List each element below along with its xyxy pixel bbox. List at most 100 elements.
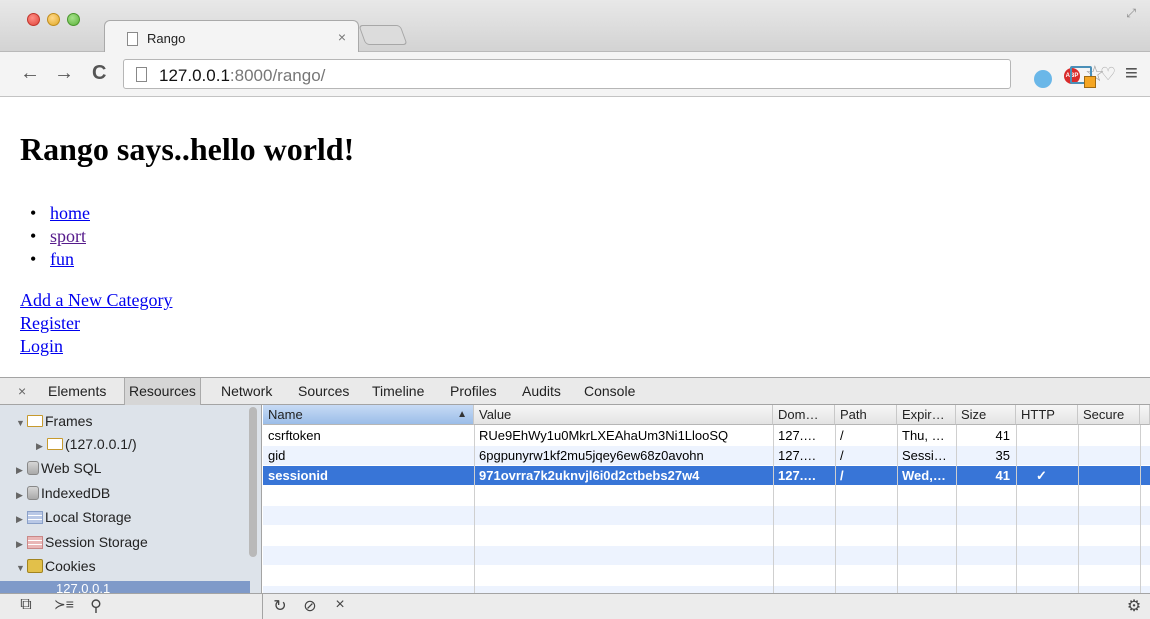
column-header-name[interactable]: Name ▲: [263, 405, 474, 425]
page-content: Rango says..hello world! home sport fun …: [0, 98, 1150, 376]
column-header-filler: [1140, 405, 1150, 425]
cookie-expires: Wed,…: [902, 468, 946, 483]
cookie-path: /: [840, 428, 844, 443]
resources-sidebar: ▼ Frames ▶ (127.0.0.1/) ▶ Web SQL ▶ IndexedD…: [0, 405, 262, 593]
page-info-icon[interactable]: [136, 67, 147, 82]
category-link-fun[interactable]: fun: [50, 249, 74, 269]
tab-elements[interactable]: Elements: [48, 378, 106, 405]
extension-window-icon[interactable]: [1070, 66, 1096, 88]
tab-resources[interactable]: Resources: [124, 378, 201, 405]
collapsed-arrow-icon[interactable]: ▶: [16, 508, 27, 530]
cookie-secure: [1078, 466, 1140, 485]
cookie-value: 6pgpunyrw1kf2mu5jqey6ew68z0avohn: [479, 448, 704, 463]
column-divider: [835, 425, 836, 593]
cookie-expires: Thu, …: [902, 428, 945, 443]
folder-icon: [27, 415, 43, 427]
column-header-domain[interactable]: Dom…: [773, 405, 835, 425]
collapsed-arrow-icon[interactable]: ▶: [16, 533, 27, 555]
expanded-arrow-icon[interactable]: ▼: [16, 557, 27, 579]
database-icon: [27, 461, 39, 475]
forward-button[interactable]: →: [54, 62, 74, 85]
devtools-close-icon[interactable]: ×: [18, 383, 26, 399]
tree-cookie-host[interactable]: 127.0.0.1: [0, 581, 250, 593]
cookie-icon: [27, 559, 43, 573]
category-link-home[interactable]: home: [50, 203, 90, 223]
cookie-name: sessionid: [268, 468, 328, 483]
extension-icon[interactable]: ♡: [1100, 64, 1116, 85]
cookie-secure: [1078, 446, 1140, 465]
column-divider: [1016, 425, 1017, 593]
column-divider: [474, 425, 475, 593]
category-link-sport[interactable]: sport: [50, 226, 86, 246]
login-link[interactable]: Login: [20, 336, 63, 356]
collapsed-arrow-icon[interactable]: ▶: [36, 435, 47, 457]
close-window-button[interactable]: [27, 13, 40, 26]
tab-profiles[interactable]: Profiles: [450, 378, 497, 405]
chrome-menu-icon[interactable]: ≡: [1125, 60, 1138, 86]
folder-icon: [47, 438, 63, 450]
tab-sources[interactable]: Sources: [298, 378, 349, 405]
tree-frames[interactable]: ▼ Frames: [16, 410, 92, 432]
delete-icon[interactable]: ×: [328, 596, 352, 614]
reload-button[interactable]: C: [92, 62, 106, 85]
cookie-name: csrftoken: [268, 428, 321, 443]
cookie-expires: Sessi…: [902, 448, 947, 463]
collapsed-arrow-icon[interactable]: ▶: [16, 484, 27, 506]
clear-all-icon[interactable]: ⊘: [298, 596, 322, 616]
category-item: home: [30, 202, 90, 225]
storage-grid-icon: [27, 536, 43, 549]
column-header-expires[interactable]: Expir…: [897, 405, 956, 425]
tab-network[interactable]: Network: [221, 378, 272, 405]
tab-console[interactable]: Console: [584, 378, 635, 405]
register-link[interactable]: Register: [20, 313, 80, 333]
cookie-domain: 127.…: [778, 468, 817, 483]
column-divider: [1140, 425, 1141, 593]
cookie-path: /: [840, 468, 844, 483]
extension-globe-icon[interactable]: [1034, 70, 1052, 88]
page-heading: Rango says..hello world!: [20, 131, 355, 167]
status-divider: [262, 594, 263, 619]
column-header-secure[interactable]: Secure: [1078, 405, 1140, 425]
tree-frame-child[interactable]: ▶ (127.0.0.1/): [36, 433, 137, 455]
zoom-window-button[interactable]: [67, 13, 80, 26]
fullscreen-icon[interactable]: ⤢: [1126, 6, 1136, 21]
dock-icon[interactable]: ⧉: [14, 596, 38, 614]
search-icon[interactable]: ⚲: [84, 596, 108, 616]
cookie-secure: [1078, 426, 1140, 445]
collapsed-arrow-icon[interactable]: ▶: [16, 459, 27, 481]
refresh-icon[interactable]: ↻: [268, 596, 292, 616]
tab-timeline[interactable]: Timeline: [372, 378, 424, 405]
tab-audits[interactable]: Audits: [522, 378, 561, 405]
tree-local-storage[interactable]: ▶ Local Storage: [16, 506, 131, 528]
minimize-window-button[interactable]: [47, 13, 60, 26]
tab-title: Rango: [147, 31, 186, 46]
tree-session-storage[interactable]: ▶ Session Storage: [16, 531, 148, 553]
category-list: home sport fun: [30, 202, 90, 271]
action-links: Add a New Category Register Login: [20, 289, 172, 358]
cookies-table: Name ▲ Value Dom… Path Expir… Size HTTP …: [263, 405, 1150, 593]
sidebar-scrollbar[interactable]: [249, 407, 257, 557]
column-divider: [773, 425, 774, 593]
storage-grid-icon: [27, 511, 43, 524]
tree-web-sql[interactable]: ▶ Web SQL: [16, 457, 101, 479]
browser-tab[interactable]: Rango ×: [104, 20, 359, 53]
back-button[interactable]: ←: [20, 62, 40, 85]
settings-gear-icon[interactable]: ⚙: [1122, 596, 1146, 616]
column-header-path[interactable]: Path: [835, 405, 897, 425]
cookie-http: [1016, 426, 1078, 445]
column-header-value[interactable]: Value: [474, 405, 773, 425]
new-tab-button[interactable]: [358, 25, 408, 45]
tab-close-icon[interactable]: ×: [338, 29, 346, 45]
expanded-arrow-icon[interactable]: ▼: [16, 412, 27, 434]
column-header-size[interactable]: Size: [956, 405, 1016, 425]
tree-indexeddb[interactable]: ▶ IndexedDB: [16, 482, 110, 504]
tree-cookies[interactable]: ▼ Cookies: [16, 555, 96, 577]
cookie-path: /: [840, 448, 844, 463]
column-header-http[interactable]: HTTP: [1016, 405, 1078, 425]
add-category-link[interactable]: Add a New Category: [20, 290, 172, 310]
cookie-size: 41: [995, 428, 1010, 443]
console-drawer-icon[interactable]: ≻≡: [52, 596, 76, 613]
column-divider: [897, 425, 898, 593]
cookie-name: gid: [268, 448, 286, 463]
address-bar[interactable]: 127.0.0.1:8000/rango/ ABP ☆: [123, 59, 1105, 89]
